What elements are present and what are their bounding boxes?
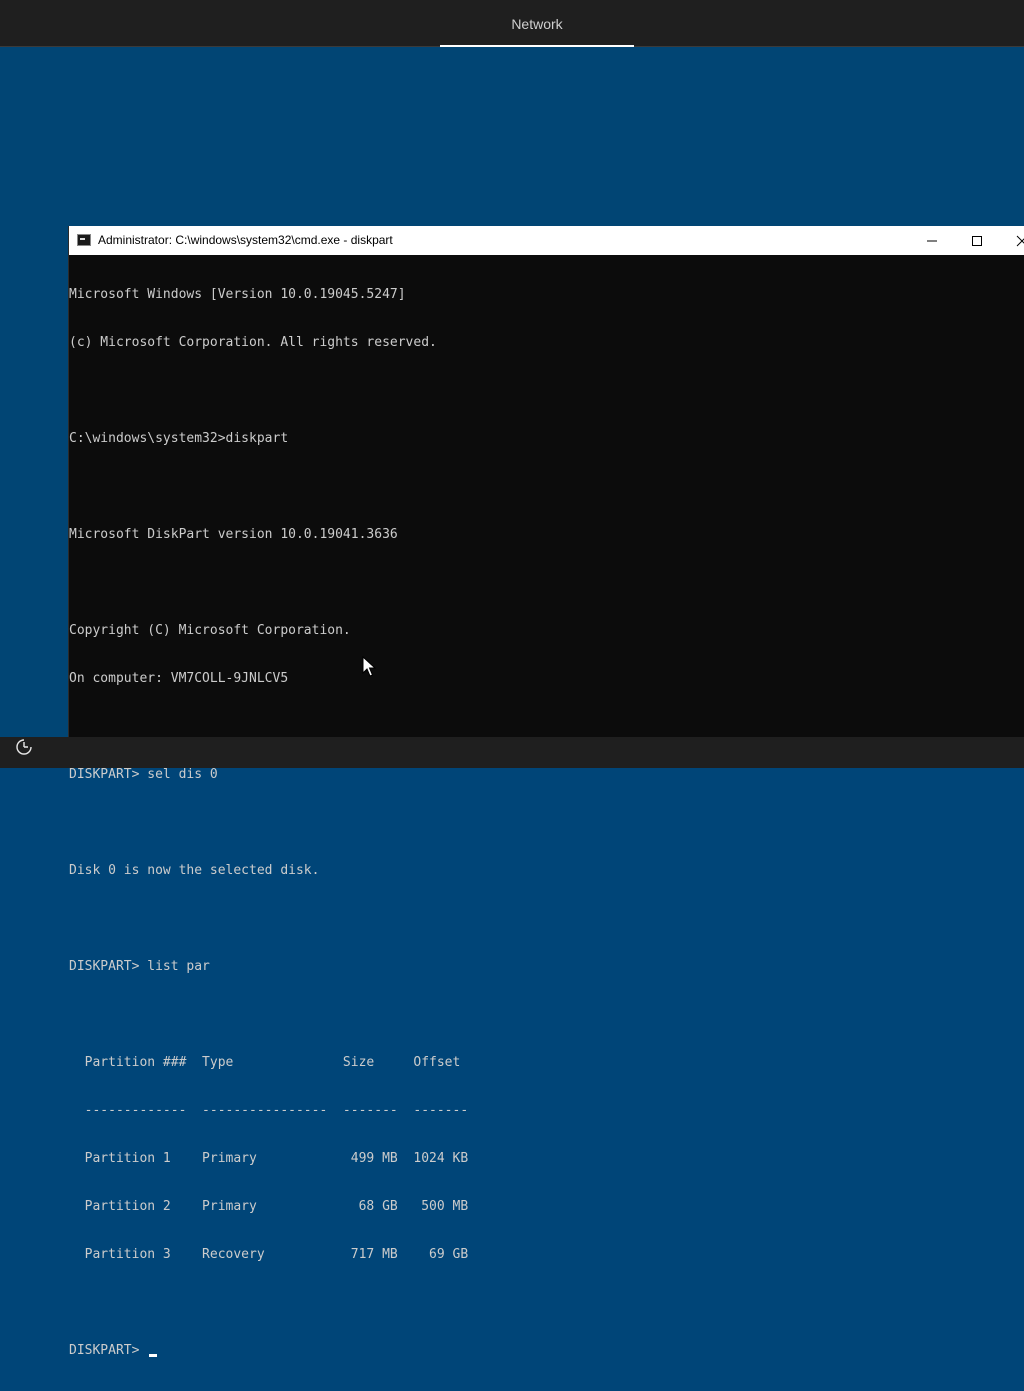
partition-table-header: Partition ### Type Size Offset [69, 1055, 461, 1070]
minimize-button[interactable] [909, 226, 955, 255]
tab-network[interactable]: Network [440, 0, 634, 46]
partition-table-separator: ------------- ---------------- ------- -… [69, 1103, 469, 1118]
text-cursor [149, 1354, 158, 1357]
partition-table-row: Partition 2 Primary 68 GB 500 MB [69, 1199, 469, 1214]
console-line: Disk 0 is now the selected disk. [69, 863, 320, 878]
console-line: DISKPART> list par [69, 959, 210, 974]
mouse-pointer-icon [362, 655, 377, 683]
diskpart-prompt: DISKPART> [69, 1343, 148, 1358]
command-prompt-line[interactable]: DISKPART> [69, 1343, 1024, 1359]
partition-table-row: Partition 3 Recovery 717 MB 69 GB [69, 1247, 469, 1262]
console-line: C:\windows\system32>diskpart [69, 431, 289, 446]
window-title: Administrator: C:\windows\system32\cmd.e… [98, 233, 393, 247]
maximize-icon [972, 236, 982, 246]
cmd-titlebar[interactable]: Administrator: C:\windows\system32\cmd.e… [69, 226, 1024, 255]
console-line: Microsoft Windows [Version 10.0.19045.52… [69, 287, 406, 302]
ease-of-access-icon[interactable] [14, 737, 34, 757]
minimize-icon [927, 240, 937, 242]
console-output[interactable]: Microsoft Windows [Version 10.0.19045.52… [69, 255, 1024, 1358]
close-button[interactable] [999, 226, 1024, 255]
console-line: Copyright (C) Microsoft Corporation. [69, 623, 351, 638]
cmd-app-icon[interactable] [77, 234, 91, 246]
console-line: (c) Microsoft Corporation. All rights re… [69, 335, 437, 350]
console-line: On computer: VM7COLL-9JNLCV5 [69, 671, 289, 686]
close-icon [1016, 235, 1024, 247]
console-line: DISKPART> sel dis 0 [69, 767, 218, 782]
maximize-button[interactable] [954, 226, 1000, 255]
cmd-window[interactable]: Administrator: C:\windows\system32\cmd.e… [68, 226, 1024, 1358]
console-line: Microsoft DiskPart version 10.0.19041.36… [69, 527, 398, 542]
top-bar: Network [0, 0, 1024, 47]
partition-table-row: Partition 1 Primary 499 MB 1024 KB [69, 1151, 469, 1166]
